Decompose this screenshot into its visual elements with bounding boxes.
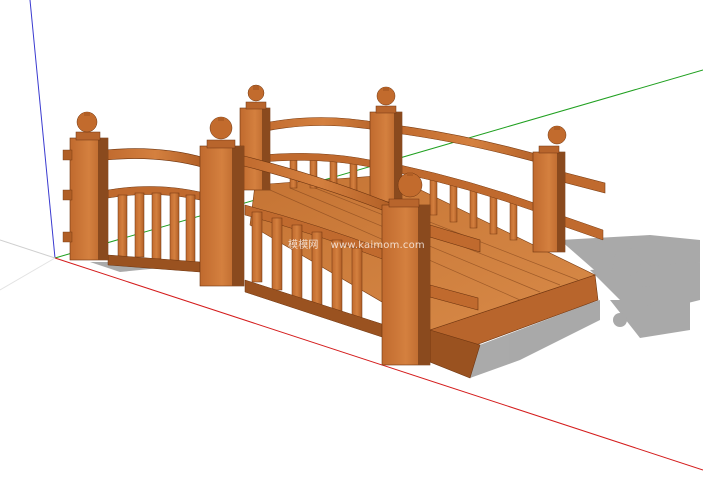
back-post-right	[532, 125, 567, 253]
z-axis	[29, 0, 56, 259]
axis-extension	[0, 257, 56, 291]
front-post-far-left	[62, 111, 109, 261]
front-top-rail-left	[104, 148, 206, 169]
front-left-balusters	[117, 192, 196, 264]
watermark-url: www.kaimom.com	[330, 240, 425, 251]
sketchup-viewport[interactable]: 模模网 www.kaimom.com	[0, 0, 703, 488]
back-post-middle	[369, 86, 403, 203]
back-right-bottom-rail	[559, 214, 604, 241]
back-right-rail	[394, 124, 551, 167]
axis-extension	[0, 239, 56, 259]
watermark-site-name: 模模网	[288, 240, 319, 251]
watermark: 模模网 www.kaimom.com	[288, 236, 425, 251]
back-post-left	[239, 84, 271, 191]
front-post-center	[199, 116, 245, 287]
